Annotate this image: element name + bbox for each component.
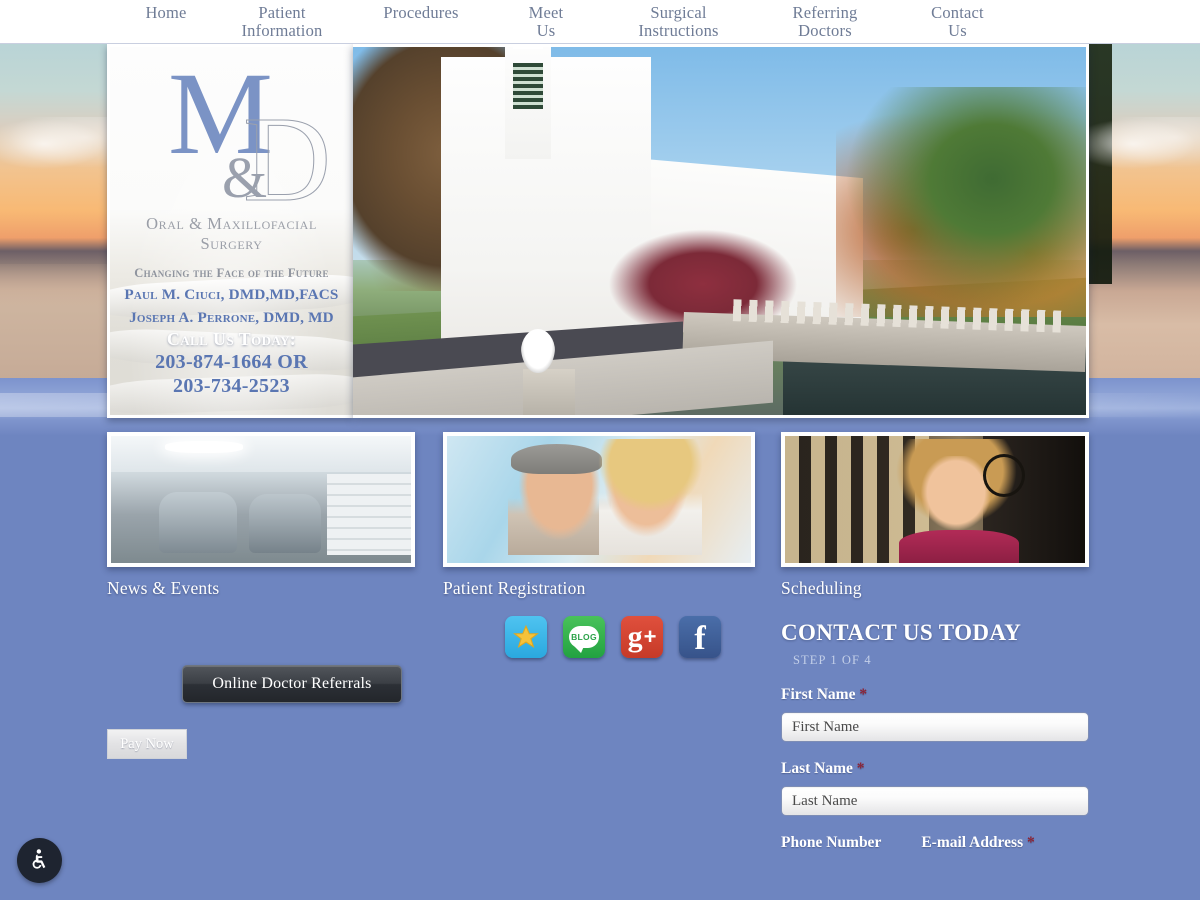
card-patient-registration[interactable] (443, 432, 755, 567)
nav-surgical-instructions[interactable]: Surgical Instructions (602, 3, 755, 40)
online-doctor-referrals-button[interactable]: Online Doctor Referrals (182, 665, 402, 703)
logo-phone-2[interactable]: 203-734-2523 (116, 374, 347, 398)
google-plus-icon[interactable]: g + (621, 616, 663, 658)
google-plus-plus-glyph: + (643, 624, 657, 649)
hero-steeple-louver (513, 63, 543, 109)
hero-stone-post (523, 369, 575, 415)
operatory-lamp (165, 441, 243, 453)
last-name-input[interactable] (781, 786, 1089, 816)
logo-call-label: Call Us Today: (166, 328, 297, 349)
first-name-label: First Name * (781, 686, 1093, 704)
contact-form-heading: CONTACT US TODAY (781, 620, 1022, 645)
first-name-label-text: First Name (781, 686, 856, 703)
nav-patient-information[interactable]: Patient Information (212, 3, 352, 40)
primary-navigation: Home Patient Information Procedures Meet… (0, 0, 1200, 44)
first-name-input[interactable] (781, 712, 1089, 742)
review-star-icon[interactable] (505, 616, 547, 658)
logo-content: M D & Oral & Maxillofacial Surgery Chang… (110, 51, 353, 399)
phone-number-label: Phone Number (781, 834, 882, 851)
nav-meet-us[interactable]: Meet Us (490, 3, 602, 40)
last-name-label-text: Last Name (781, 760, 853, 777)
first-name-required-marker: * (859, 686, 868, 703)
hero-section: M D & Oral & Maxillofacial Surgery Chang… (0, 44, 1200, 418)
practice-logo-panel[interactable]: M D & Oral & Maxillofacial Surgery Chang… (107, 44, 353, 418)
last-name-required-marker: * (856, 760, 865, 777)
couple-man-hair (510, 443, 603, 475)
hero-banner-image (353, 44, 1089, 418)
headset-icon (983, 453, 1025, 497)
nav-home[interactable]: Home (120, 3, 212, 40)
logo-doctor-2: Joseph A. Perrone, DMD, MD (129, 308, 334, 326)
last-name-label: Last Name * (781, 760, 1093, 778)
card-news-events[interactable] (107, 432, 415, 567)
hero-steeple-top (513, 47, 543, 49)
operatory-cabinet (327, 474, 411, 556)
accessibility-wheelchair-icon[interactable] (17, 838, 62, 883)
card-scheduling-label[interactable]: Scheduling (781, 578, 862, 599)
logo-monogram: M D & (116, 51, 347, 222)
couple-woman-hair (592, 438, 709, 518)
hero-tree-right (836, 87, 1086, 317)
logo-tagline: Changing the Face of the Future (134, 265, 329, 280)
contact-form-step-indicator: STEP 1 OF 4 (793, 653, 872, 667)
phone-email-label-row: Phone Number E-mail Address * (781, 834, 1093, 852)
blog-icon[interactable]: BLOG (563, 616, 605, 658)
operatory-chair-1 (159, 491, 237, 553)
hero-seagull (521, 329, 555, 373)
nav-referring-doctors[interactable]: Referring Doctors (755, 3, 895, 40)
pay-now-button[interactable]: Pay Now (107, 729, 187, 759)
logo-ampersand-icon: & (222, 145, 268, 210)
contact-us-form: CONTACT US TODAY STEP 1 OF 4 First Name … (781, 620, 1093, 852)
nav-items-wrapper: Home Patient Information Procedures Meet… (0, 3, 1200, 40)
logo-specialty-line-2: Surgery (200, 234, 263, 254)
card-patient-registration-label[interactable]: Patient Registration (443, 578, 586, 599)
google-plus-g-glyph: g (627, 620, 643, 653)
logo-doctor-1: Paul M. Ciuci, DMD,MD,FACS (124, 285, 339, 303)
receptionist-top (899, 529, 1019, 563)
facebook-icon[interactable]: f (679, 616, 721, 658)
email-address-label-text: E-mail Address (921, 834, 1024, 851)
email-address-label: E-mail Address * (921, 834, 1034, 852)
card-scheduling[interactable] (781, 432, 1089, 567)
card-news-events-label[interactable]: News & Events (107, 578, 219, 599)
logo-phone-1[interactable]: 203-874-1664 OR (116, 350, 347, 374)
social-links: BLOG g + f (505, 616, 721, 658)
nav-procedures[interactable]: Procedures (352, 3, 490, 40)
operatory-chair-2 (249, 494, 321, 553)
nav-contact-us[interactable]: Contact Us (895, 3, 1020, 40)
email-required-marker: * (1026, 834, 1035, 851)
blog-icon-label: BLOG (569, 626, 599, 653)
facebook-f-glyph: f (694, 619, 706, 657)
operatory-ceiling (111, 436, 411, 472)
